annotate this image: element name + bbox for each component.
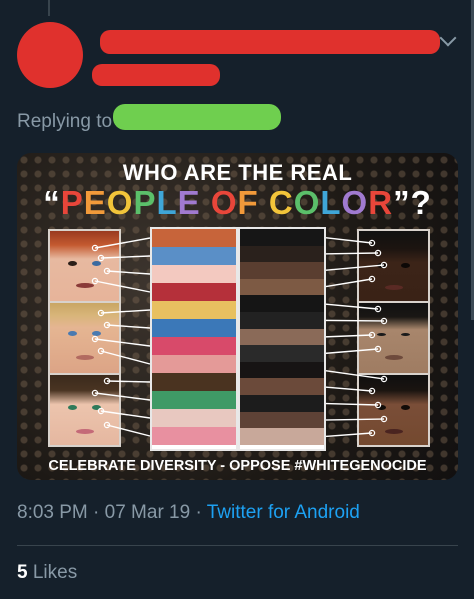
- color-swatch: [240, 295, 324, 313]
- chevron-down-icon[interactable]: [439, 29, 457, 47]
- dark-skin-palette: [238, 227, 326, 451]
- color-swatch: [152, 337, 236, 355]
- connector-line: [321, 369, 385, 380]
- redacted-handle-scribble: [92, 64, 220, 86]
- color-swatch: [152, 373, 236, 391]
- connector-line: [94, 280, 151, 293]
- connector-line: [106, 380, 151, 383]
- connector-line: [321, 236, 373, 244]
- color-swatch: [152, 301, 236, 319]
- tweet-image[interactable]: WHO ARE THE REAL “PEOPLE OF COLOR”? CELE…: [17, 153, 458, 480]
- tweet-meta: 8:03 PM · 07 Mar 19 · Twitter for Androi…: [17, 502, 360, 524]
- connector-line: [321, 319, 385, 322]
- redacted-avatar[interactable]: [17, 22, 83, 88]
- color-swatch: [152, 283, 236, 301]
- color-swatch: [240, 278, 324, 296]
- connector-line: [94, 392, 151, 401]
- connector-line: [100, 309, 151, 314]
- divider: [17, 545, 458, 546]
- color-swatch: [240, 328, 324, 346]
- connector-line: [321, 386, 373, 392]
- color-swatch: [240, 428, 324, 445]
- light-skin-palette: [150, 227, 238, 451]
- connector-line: [100, 410, 151, 419]
- color-swatch: [240, 245, 324, 263]
- connector-line: [106, 270, 151, 275]
- replying-to-label: Replying to: [17, 111, 113, 132]
- connector-line: [321, 418, 385, 421]
- connector-line: [321, 432, 373, 438]
- image-caption: CELEBRATE DIVERSITY - OPPOSE #WHITEGENOC…: [48, 458, 427, 474]
- color-swatch: [240, 312, 324, 329]
- redacted-name-scribble: [100, 30, 440, 54]
- color-swatch: [152, 427, 236, 445]
- thread-line: [48, 0, 50, 16]
- color-swatch: [152, 319, 236, 337]
- connector-line: [94, 338, 151, 347]
- connector-line: [321, 252, 379, 255]
- redacted-reply-handle: [113, 104, 281, 130]
- likes-stat[interactable]: 5 Likes: [17, 562, 77, 584]
- connector-line: [106, 424, 151, 437]
- color-swatch: [240, 229, 324, 246]
- color-swatch: [152, 391, 236, 409]
- connector-line: [100, 255, 151, 259]
- connector-line: [94, 237, 151, 249]
- connector-line: [106, 324, 151, 329]
- connector-line: [321, 303, 379, 310]
- color-swatch: [152, 247, 236, 265]
- connector-line: [100, 350, 151, 365]
- color-swatch: [240, 395, 324, 412]
- color-swatch: [240, 378, 324, 396]
- color-swatch: [240, 262, 324, 279]
- likes-label: Likes: [27, 562, 78, 583]
- color-swatch: [152, 265, 236, 283]
- connector-line: [321, 278, 373, 288]
- connector-line: [321, 402, 379, 406]
- connector-line: [321, 264, 385, 272]
- color-swatch: [152, 229, 236, 247]
- color-swatch: [240, 411, 324, 429]
- timestamp[interactable]: 8:03 PM · 07 Mar 19 ·: [17, 502, 207, 523]
- color-swatch: [240, 345, 324, 362]
- source-link[interactable]: Twitter for Android: [207, 502, 360, 523]
- connector-line: [321, 334, 373, 338]
- connector-line: [321, 348, 379, 355]
- color-swatch: [152, 355, 236, 373]
- color-swatch: [240, 361, 324, 379]
- likes-count: 5: [17, 562, 28, 583]
- color-swatch: [152, 409, 236, 427]
